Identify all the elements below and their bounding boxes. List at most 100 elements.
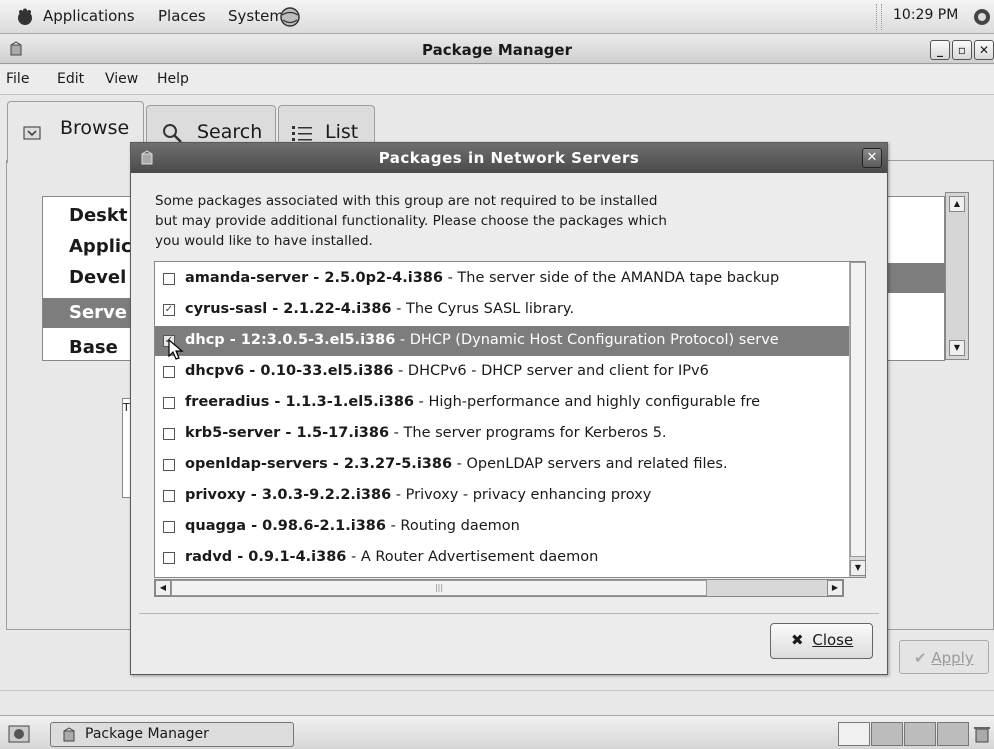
category-selected-row[interactable] <box>886 263 946 293</box>
package-row[interactable]: ✓dhcp - 12:3.0.5-3.el5.i386 - DHCP (Dyna… <box>155 326 849 356</box>
package-row[interactable]: openldap-servers - 2.3.27-5.i386 - OpenL… <box>155 450 849 480</box>
package-row[interactable]: privoxy - 3.0.3-9.2.2.i386 - Privoxy - p… <box>155 481 849 511</box>
scroll-up-arrow-icon[interactable]: ▲ <box>949 196 965 212</box>
top-panel: Applications Places System 10:29 PM <box>0 0 994 34</box>
package-checkbox[interactable] <box>163 273 175 285</box>
description-text: T <box>123 401 130 414</box>
menu-edit[interactable]: Edit <box>57 71 84 87</box>
dialog-close-icon[interactable]: ✕ <box>862 148 882 168</box>
workspace-1[interactable] <box>838 722 870 746</box>
dialog-titlebar[interactable]: Packages in Network Servers ✕ <box>131 143 887 173</box>
package-name: quagga - 0.98.6-2.1.i386 <box>185 518 386 534</box>
package-vertical-scrollbar[interactable]: ▲ ▼ <box>849 262 865 577</box>
menubar: File Edit View Help <box>0 65 994 95</box>
package-name: privoxy - 3.0.3-9.2.2.i386 <box>185 487 392 503</box>
package-checkbox[interactable] <box>163 366 175 378</box>
dialog-message: Some packages associated with this group… <box>155 193 667 249</box>
package-checkbox[interactable] <box>163 428 175 440</box>
trash-icon[interactable] <box>972 724 992 744</box>
package-name: dhcpv6 - 0.10-33.el5.i386 <box>185 363 394 379</box>
browse-icon <box>23 126 41 140</box>
package-description: - DHCP (Dynamic Host Configuration Proto… <box>395 332 779 348</box>
package-checkbox[interactable] <box>163 459 175 471</box>
workspace-3[interactable] <box>904 722 936 746</box>
taskbar-package-manager[interactable]: Package Manager <box>50 722 294 747</box>
package-name: freeradius - 1.1.3-1.el5.i386 <box>185 394 415 410</box>
package-horizontal-scrollbar[interactable]: ◀ ||| ▶ <box>154 579 844 597</box>
scrollbar-thumb[interactable] <box>850 262 865 557</box>
scroll-down-arrow-icon[interactable]: ▼ <box>850 560 865 576</box>
tab-browse[interactable]: Browse <box>7 101 144 163</box>
dialog-separator <box>139 613 879 614</box>
category-scrollbar[interactable]: ▲ ▼ <box>945 192 969 360</box>
panel-separator <box>876 4 882 30</box>
menu-help[interactable]: Help <box>157 71 189 87</box>
package-name: dhcp - 12:3.0.5-3.el5.i386 <box>185 332 396 348</box>
scroll-down-arrow-icon[interactable]: ▼ <box>949 340 965 356</box>
package-checkbox[interactable] <box>163 490 175 502</box>
status-bar <box>0 690 994 715</box>
apply-button[interactable]: ✔ Apply <box>899 640 989 674</box>
package-checkbox[interactable]: ✓ <box>163 304 175 316</box>
mouse-pointer-icon <box>168 339 184 360</box>
checkmark-icon: ✔ <box>914 649 927 667</box>
package-description: - The server programs for Kerberos 5. <box>389 425 667 441</box>
package-list[interactable]: amanda-server - 2.5.0p2-4.i386 - The ser… <box>154 261 866 578</box>
package-row[interactable]: amanda-server - 2.5.0p2-4.i386 - The ser… <box>155 264 849 294</box>
dialog-title: Packages in Network Servers <box>378 149 640 167</box>
package-name: radvd - 0.9.1-4.i386 <box>185 549 347 565</box>
web-browser-icon[interactable] <box>279 6 301 28</box>
package-manager-icon <box>63 727 75 742</box>
package-description: - A Router Advertisement daemon <box>346 549 599 565</box>
package-checkbox[interactable] <box>163 397 175 409</box>
package-description: - The Cyrus SASL library. <box>391 301 575 317</box>
bottom-panel: Package Manager <box>0 715 994 749</box>
package-description: - OpenLDAP servers and related files. <box>452 456 728 472</box>
scrollbar-thumb[interactable]: ||| <box>171 580 707 596</box>
close-label: Close <box>812 631 854 649</box>
apply-label: Apply <box>931 649 974 667</box>
package-checkbox[interactable] <box>163 521 175 533</box>
workspace-4[interactable] <box>937 722 969 746</box>
package-description: - High-performance and highly configurab… <box>414 394 761 410</box>
list-icon <box>292 126 312 141</box>
close-button[interactable]: ✖ Close <box>770 623 873 659</box>
maximize-button[interactable]: ▫ <box>952 40 972 60</box>
package-name: krb5-server - 1.5-17.i386 <box>185 425 390 441</box>
minimize-button[interactable]: _ <box>930 40 950 60</box>
window-close-button[interactable]: ✕ <box>974 40 994 60</box>
search-icon <box>163 124 182 143</box>
package-row[interactable]: krb5-server - 1.5-17.i386 - The server p… <box>155 419 849 449</box>
menu-view[interactable]: View <box>105 71 138 87</box>
foot-menu-icon <box>18 8 32 25</box>
package-row[interactable]: radvd - 0.9.1-4.i386 - A Router Advertis… <box>155 543 849 573</box>
workspace-2[interactable] <box>871 722 903 746</box>
network-status-icon[interactable] <box>972 7 992 27</box>
taskbar-label: Package Manager <box>85 726 209 742</box>
package-row[interactable]: dhcpv6 - 0.10-33.el5.i386 - DHCPv6 - DHC… <box>155 357 849 387</box>
system-menu[interactable]: System <box>228 7 284 25</box>
package-row[interactable]: ✓ cyrus-sasl - 2.1.22-4.i386 - The Cyrus … <box>155 295 849 325</box>
package-checkbox[interactable] <box>163 552 175 564</box>
window-title: Package Manager <box>422 41 572 59</box>
show-desktop-icon[interactable] <box>8 724 30 744</box>
scroll-left-arrow-icon[interactable]: ◀ <box>155 580 171 596</box>
package-description: - Privoxy - privacy enhancing proxy <box>391 487 652 503</box>
category-list[interactable] <box>885 196 946 361</box>
package-row[interactable]: quagga - 0.98.6-2.1.i386 - Routing daemo… <box>155 512 849 542</box>
package-name: amanda-server - 2.5.0p2-4.i386 <box>185 270 443 286</box>
package-name: cyrus-sasl - 2.1.22-4.i386 <box>185 301 392 317</box>
package-row[interactable]: freeradius - 1.1.3-1.el5.i386 - High-per… <box>155 388 849 418</box>
package-name: openldap-servers - 2.3.27-5.i386 <box>185 456 453 472</box>
applications-menu[interactable]: Applications <box>43 7 135 25</box>
packages-dialog: Packages in Network Servers ✕ Some packa… <box>130 142 888 675</box>
package-description: - Routing daemon <box>385 518 520 534</box>
window-titlebar[interactable]: Package Manager _ ▫ ✕ <box>0 36 994 64</box>
close-x-icon: ✖ <box>791 631 804 649</box>
clock[interactable]: 10:29 PM <box>893 7 958 23</box>
places-menu[interactable]: Places <box>158 7 206 25</box>
scroll-right-arrow-icon[interactable]: ▶ <box>827 580 843 596</box>
package-description: - DHCPv6 - DHCP server and client for IP… <box>393 363 709 379</box>
package-description: - The server side of the AMANDA tape bac… <box>442 270 780 286</box>
menu-file[interactable]: File <box>6 71 29 87</box>
